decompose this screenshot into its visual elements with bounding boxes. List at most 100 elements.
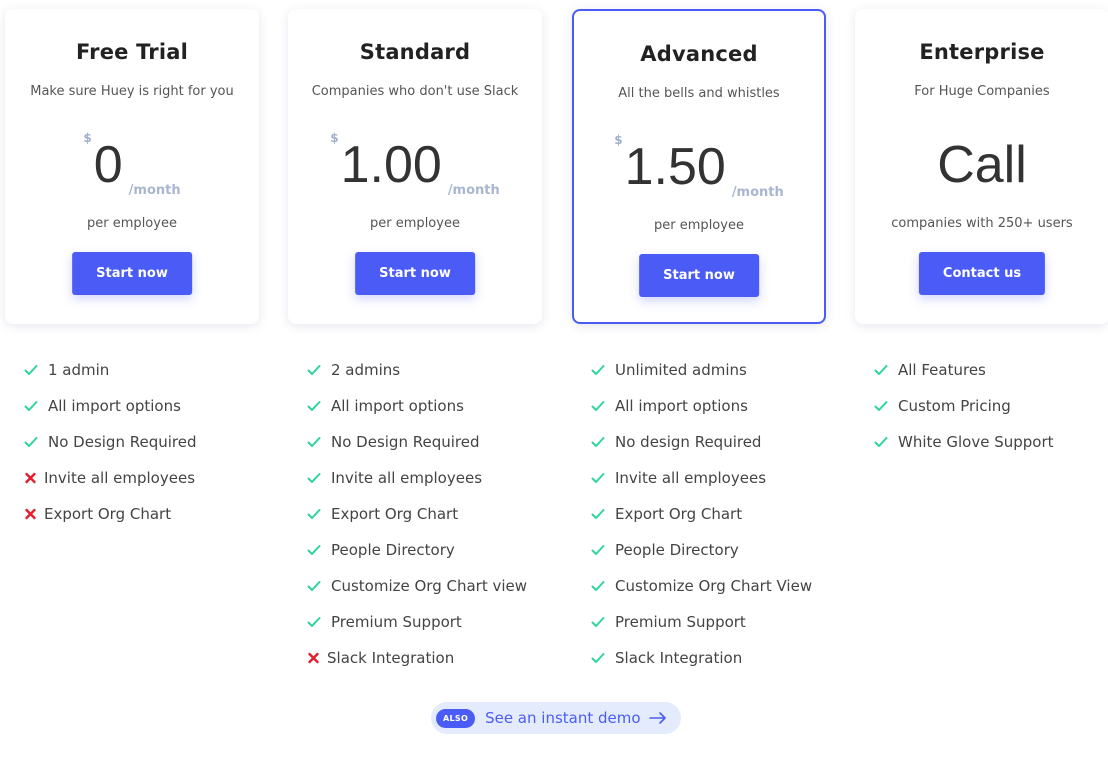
feature-text: All import options [48, 397, 181, 415]
plan-card-advanced: Advanced All the bells and whistles $ 1.… [572, 9, 826, 324]
check-icon [874, 436, 898, 448]
price-period: /month [447, 183, 500, 198]
feature-text: Slack Integration [615, 649, 743, 667]
plan-title: Enterprise [919, 40, 1045, 64]
check-icon [591, 580, 615, 592]
feature-item: Export Org Chart [307, 496, 527, 532]
start-now-button[interactable]: Start now [639, 254, 759, 297]
check-icon [591, 436, 615, 448]
feature-item: Invite all employees [591, 460, 812, 496]
feature-item: Export Org Chart [24, 496, 196, 532]
feature-text: Customize Org Chart View [615, 577, 813, 595]
cross-icon [24, 472, 44, 484]
feature-item: All Features [874, 352, 1054, 388]
price-amount: 0 [93, 136, 123, 194]
instant-demo-link[interactable]: ALSO See an instant demo [431, 702, 681, 734]
plan-price: Call [855, 131, 1108, 201]
feature-text: Export Org Chart [44, 505, 172, 523]
check-icon [24, 364, 48, 376]
feature-text: Invite all employees [44, 469, 196, 487]
price-unit: per employee [370, 216, 460, 231]
feature-item: Invite all employees [307, 460, 527, 496]
plan-price: $ 1.00 /month [288, 131, 542, 201]
feature-text: People Directory [615, 541, 739, 559]
feature-text: Customize Org Chart view [331, 577, 528, 595]
feature-text: Export Org Chart [615, 505, 743, 523]
feature-item: No design Required [591, 424, 812, 460]
price-unit: per employee [87, 216, 177, 231]
check-icon [874, 400, 898, 412]
feature-text: No Design Required [48, 433, 197, 451]
also-badge: ALSO [436, 708, 476, 728]
feature-item: All import options [307, 388, 527, 424]
check-icon [591, 508, 615, 520]
plan-subtitle: Make sure Huey is right for you [30, 84, 234, 99]
contact-us-button[interactable]: Contact us [918, 252, 1046, 295]
check-icon [24, 400, 48, 412]
feature-text: 2 admins [331, 361, 401, 379]
feature-item: People Directory [307, 532, 527, 568]
feature-item: All import options [24, 388, 196, 424]
feature-item: People Directory [591, 532, 812, 568]
feature-item: Custom Pricing [874, 388, 1054, 424]
currency-symbol: $ [614, 133, 623, 147]
feature-item: Premium Support [307, 604, 527, 640]
check-icon [591, 544, 615, 556]
feature-list-standard: 2 admins All import options No Design Requ… [307, 352, 527, 676]
plan-price: $ 1.50 /month [574, 133, 824, 203]
price-call: Call [937, 136, 1027, 194]
plan-title: Advanced [640, 42, 758, 66]
feature-text: 1 admin [48, 361, 110, 379]
feature-item: Invite all employees [24, 460, 196, 496]
feature-text: White Glove Support [898, 433, 1054, 451]
plan-card-free-trial: Free Trial Make sure Huey is right for y… [5, 9, 259, 324]
start-now-button[interactable]: Start now [72, 252, 192, 295]
feature-item: Unlimited admins [591, 352, 812, 388]
feature-text: All Features [898, 361, 986, 379]
check-icon [307, 508, 331, 520]
feature-list-enterprise: All Features Custom Pricing White Glove Su… [874, 352, 1054, 460]
check-icon [591, 652, 615, 664]
feature-text: Premium Support [615, 613, 746, 631]
feature-text: All import options [615, 397, 748, 415]
feature-text: Premium Support [331, 613, 462, 631]
feature-text: All import options [331, 397, 464, 415]
feature-text: Invite all employees [615, 469, 767, 487]
price-period: /month [128, 183, 181, 198]
check-icon [24, 436, 48, 448]
cross-icon [24, 508, 44, 520]
feature-item: 1 admin [24, 352, 196, 388]
check-icon [307, 616, 331, 628]
plan-card-standard: Standard Companies who don't use Slack $… [288, 9, 542, 324]
feature-text: No design Required [615, 433, 762, 451]
start-now-button[interactable]: Start now [355, 252, 475, 295]
price-amount: 1.00 [340, 136, 442, 194]
feature-text: People Directory [331, 541, 455, 559]
feature-item: No Design Required [24, 424, 196, 460]
feature-item: Customize Org Chart View [591, 568, 812, 604]
check-icon [307, 400, 331, 412]
check-icon [307, 544, 331, 556]
feature-item: No Design Required [307, 424, 527, 460]
check-icon [591, 364, 615, 376]
feature-item: Slack Integration [307, 640, 527, 676]
feature-text: Unlimited admins [615, 361, 747, 379]
cross-icon [307, 652, 327, 664]
feature-text: Custom Pricing [898, 397, 1011, 415]
feature-list-advanced: Unlimited admins All import options No des… [591, 352, 812, 676]
feature-text: Invite all employees [331, 469, 483, 487]
feature-item: Customize Org Chart view [307, 568, 527, 604]
check-icon [307, 364, 331, 376]
feature-text: Slack Integration [327, 649, 455, 667]
currency-symbol: $ [83, 131, 92, 145]
price-amount: 1.50 [624, 138, 726, 196]
feature-item: Export Org Chart [591, 496, 812, 532]
feature-item: White Glove Support [874, 424, 1054, 460]
check-icon [591, 472, 615, 484]
feature-item: Slack Integration [591, 640, 812, 676]
check-icon [307, 436, 331, 448]
price-unit: companies with 250+ users [891, 216, 1073, 231]
plan-subtitle: All the bells and whistles [618, 86, 780, 101]
plan-price: $ 0 /month [5, 131, 259, 201]
plan-subtitle: Companies who don't use Slack [311, 84, 519, 99]
